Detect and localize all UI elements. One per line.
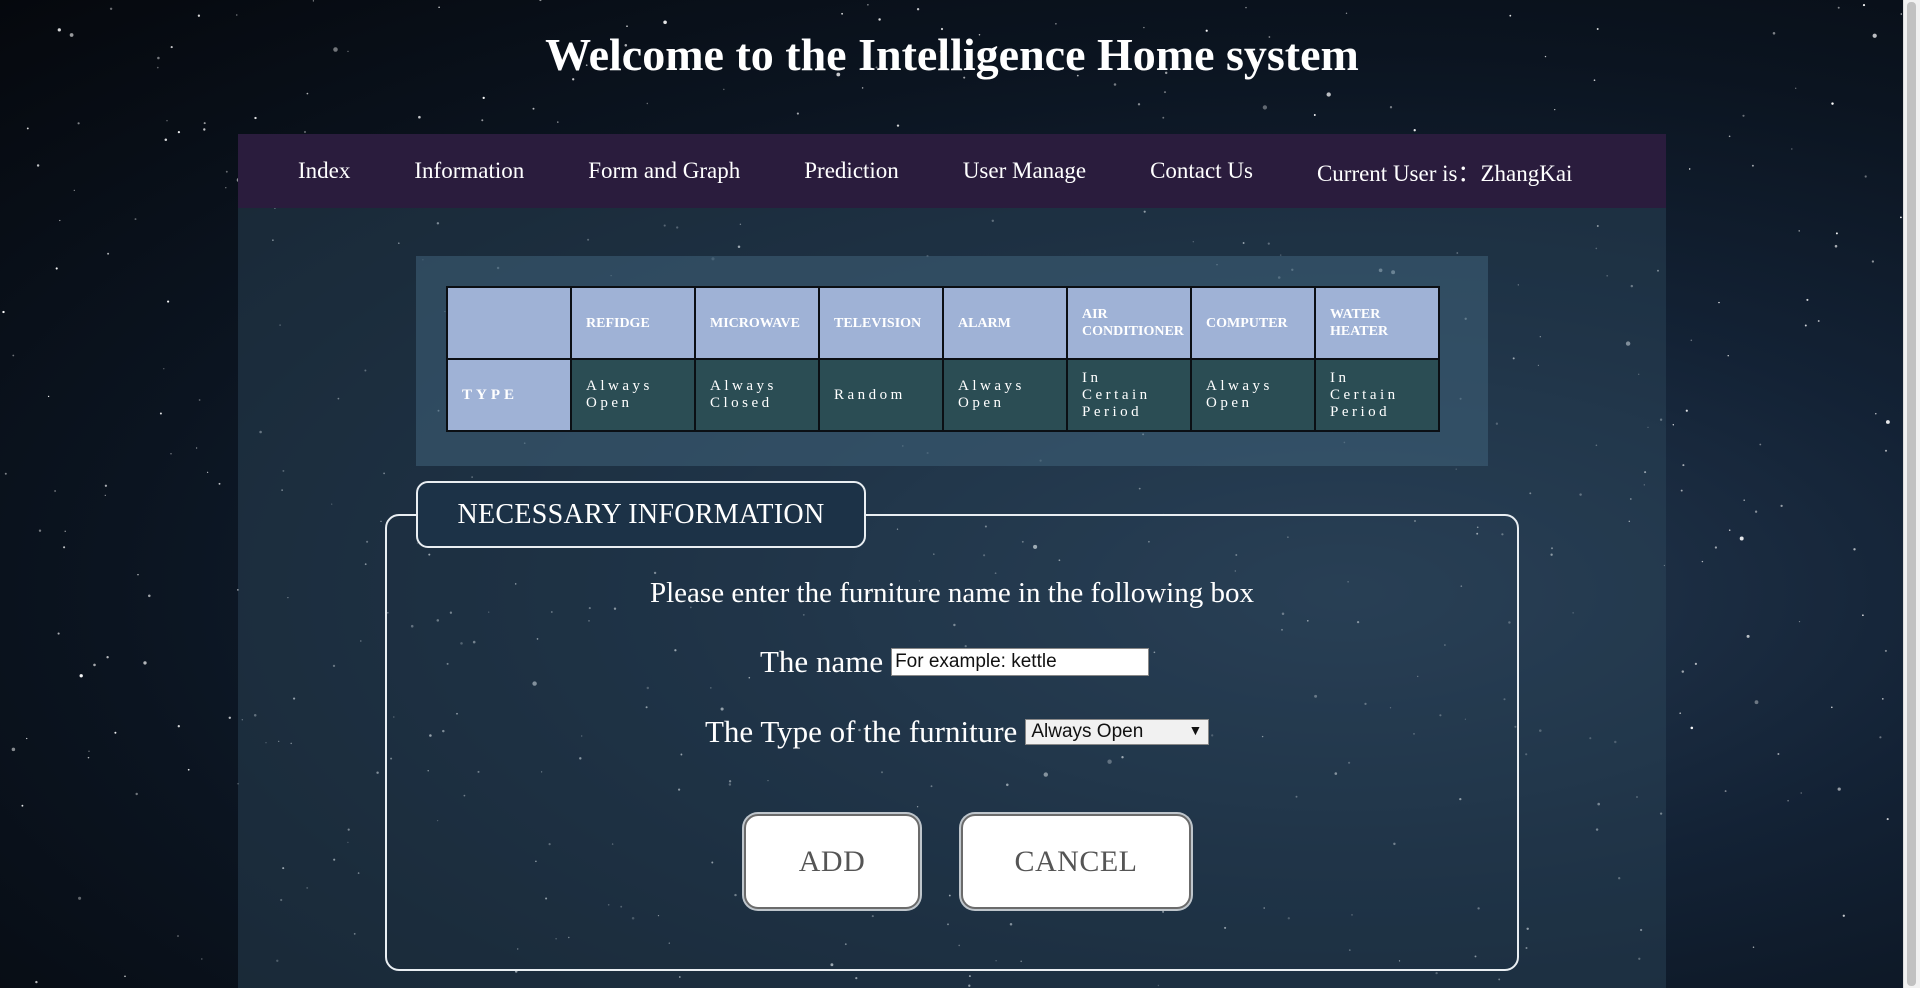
column-header: COMPUTER xyxy=(1192,288,1314,358)
form-legend: NECESSARY INFORMATION xyxy=(416,481,866,548)
table-corner-cell xyxy=(448,288,570,358)
nav-contact-us[interactable]: Contact Us xyxy=(1150,158,1253,184)
column-header: AIR CONDITIONER xyxy=(1068,288,1190,358)
nav-index[interactable]: Index xyxy=(298,158,350,184)
table-cell: Random xyxy=(820,360,942,430)
table-header-row: REFIDGE MICROWAVE TELEVISION ALARM AIR C… xyxy=(448,288,1438,358)
table-row: TYPE Always Open Always Closed Random Al… xyxy=(448,360,1438,430)
form-prompt: Please enter the furniture name in the f… xyxy=(650,577,1254,609)
furniture-name-input[interactable] xyxy=(891,648,1150,676)
table-cell: Always Closed xyxy=(696,360,818,430)
table-cell: Always Open xyxy=(944,360,1066,430)
device-type-table: REFIDGE MICROWAVE TELEVISION ALARM AIR C… xyxy=(446,286,1440,432)
type-select-value: Always Open xyxy=(1031,721,1144,742)
column-header: WATER HEATER xyxy=(1316,288,1438,358)
table-cell: Always Open xyxy=(1192,360,1314,430)
table-cell: Always Open xyxy=(572,360,694,430)
vertical-scrollbar[interactable] xyxy=(1903,0,1920,988)
nav-form-and-graph[interactable]: Form and Graph xyxy=(588,158,740,184)
chevron-down-icon: ▼ xyxy=(1188,722,1203,738)
current-user-label: Current User is：ZhangKai xyxy=(1316,161,1573,186)
type-label: The Type of the furniture xyxy=(705,714,1018,749)
column-header: REFIDGE xyxy=(572,288,694,358)
name-row: The name xyxy=(760,644,1150,680)
type-row: The Type of the furniture Always Open ▼ xyxy=(705,714,1210,750)
row-label-type: TYPE xyxy=(448,360,570,430)
column-header: MICROWAVE xyxy=(696,288,818,358)
scrollbar-thumb[interactable] xyxy=(1907,2,1916,986)
table-cell: In Certain Period xyxy=(1316,360,1438,430)
nav-prediction[interactable]: Prediction xyxy=(804,158,899,184)
main-navbar: Index Information Form and Graph Predict… xyxy=(238,134,1666,208)
nav-information[interactable]: Information xyxy=(414,158,524,184)
page-title: Welcome to the Intelligence Home system xyxy=(545,29,1359,80)
furniture-type-select[interactable]: Always Open ▼ xyxy=(1025,719,1210,745)
table-cell: In Certain Period xyxy=(1068,360,1190,430)
column-header: TELEVISION xyxy=(820,288,942,358)
cancel-button[interactable]: CANCEL xyxy=(961,814,1191,909)
add-button[interactable]: ADD xyxy=(744,814,920,909)
column-header: ALARM xyxy=(944,288,1066,358)
nav-user-manage[interactable]: User Manage xyxy=(963,158,1086,184)
name-label: The name xyxy=(760,644,884,679)
